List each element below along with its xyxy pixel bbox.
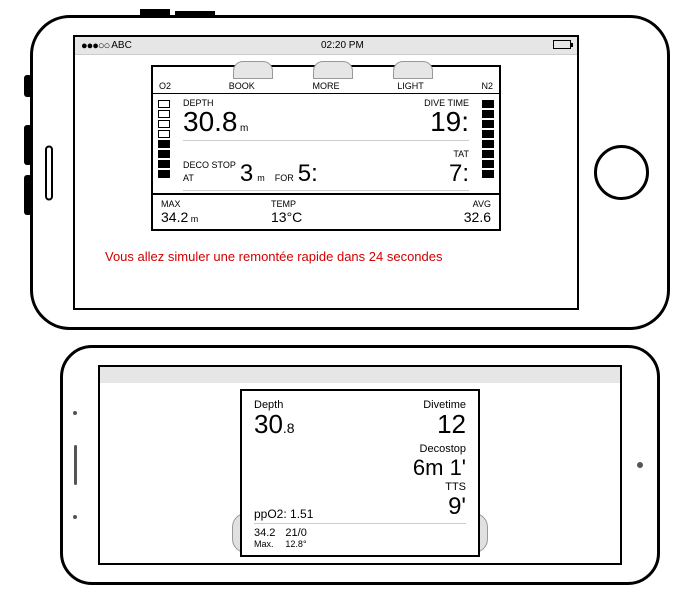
dive-computer-display: O2 BOOK MORE LIGHT N2	[151, 65, 501, 231]
divetime-value: 12	[423, 411, 466, 437]
ppo2-value: 1.51	[290, 507, 313, 521]
n2-bar-gauge	[477, 94, 499, 193]
max-label: MAX	[161, 199, 271, 209]
signal-dots: ●●●○○	[81, 40, 109, 52]
tab-n2[interactable]: N2	[481, 81, 493, 91]
tts-label: TTS	[445, 481, 466, 493]
tab-more[interactable]: MORE	[313, 81, 340, 91]
status-bar-blank	[100, 367, 620, 383]
phone-bottom-mockup: Depth 30.8 Divetime 12 Decostop 6m 1'	[60, 345, 660, 585]
temp-value: 13°C	[271, 209, 381, 225]
tat-value: 7:	[449, 162, 469, 186]
max-value: 34.2	[161, 209, 188, 225]
max-unit: m	[191, 214, 199, 224]
status-bar: ●●●○○ ABC 02:20 PM	[75, 37, 577, 55]
avg-label: AVG	[473, 199, 491, 209]
temp-label: TEMP	[271, 199, 381, 209]
phone-sensor	[637, 462, 643, 468]
max-value: 34.2	[254, 527, 275, 539]
phone-screen: ●●●○○ ABC 02:20 PM O2 BOOK	[73, 35, 579, 310]
phone-screen: Depth 30.8 Divetime 12 Decostop 6m 1'	[98, 365, 622, 565]
status-time: 02:20 PM	[132, 40, 553, 51]
carrier-label: ABC	[111, 40, 132, 51]
deco-for-value: 5:	[298, 162, 318, 186]
max-label: Max.	[254, 539, 275, 549]
tat-label: TAT	[453, 149, 469, 159]
decostop-label: Decostop	[413, 443, 466, 455]
depth-decimal: .8	[283, 420, 295, 436]
divetime-value: 19:	[430, 108, 469, 136]
tts-value: 9'	[445, 493, 466, 521]
depth-value: 30.8	[183, 106, 238, 137]
phone-top-mockup: ●●●○○ ABC 02:20 PM O2 BOOK	[30, 15, 670, 330]
battery-icon	[553, 40, 571, 49]
phone-sensors	[73, 411, 77, 519]
phone-speaker	[45, 145, 53, 200]
home-button[interactable]	[594, 145, 649, 200]
depth-value: 30	[254, 409, 283, 439]
deco-for-label: FOR	[275, 173, 294, 183]
mix-value: 21/0	[285, 527, 306, 539]
depth-unit: m	[240, 123, 248, 134]
deco-at-value: 3	[240, 162, 253, 186]
o2-bar-gauge	[153, 94, 175, 193]
deco-at-label: AT	[183, 173, 236, 183]
tab-o2[interactable]: O2	[159, 81, 171, 91]
avg-value: 32.6	[464, 209, 491, 225]
ppo2-label: ppO2:	[254, 507, 287, 521]
dive-computer-display: Depth 30.8 Divetime 12 Decostop 6m 1'	[240, 389, 480, 557]
tab-book[interactable]: BOOK	[229, 81, 255, 91]
temp-value: 12.8°	[285, 539, 306, 549]
deco-at-unit: m	[257, 173, 265, 183]
decostop-value: 6m 1'	[413, 455, 466, 481]
alert-message: Vous allez simuler une remontée rapide d…	[105, 249, 443, 264]
tab-light[interactable]: LIGHT	[397, 81, 424, 91]
deco-label: DECO STOP	[183, 160, 236, 170]
